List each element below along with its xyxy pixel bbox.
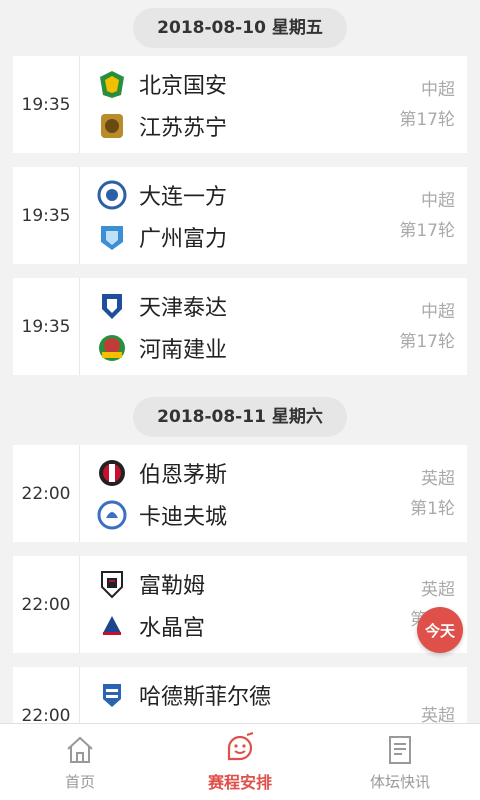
tab-label: 首页	[64, 772, 95, 791]
match-info: 中超 第17轮	[399, 167, 455, 264]
tab-label: 赛程安排	[207, 773, 272, 792]
tab-schedule[interactable]: 赛程安排	[160, 724, 320, 800]
round-label: 第17轮	[399, 220, 455, 241]
team-crest-icon	[100, 70, 124, 98]
team-crest-icon	[101, 570, 123, 598]
match-card[interactable]: 19:35 北京国安 江苏苏宁 中超 第17轮	[13, 56, 467, 153]
match-time: 19:35	[13, 56, 80, 153]
match-card[interactable]: 22:00 富勒姆 水晶宫 英超 第1轮	[13, 556, 467, 653]
league-label: 中超	[421, 301, 455, 322]
round-label: 第17轮	[399, 109, 455, 130]
team-crest-icon	[103, 683, 121, 707]
schedule-list[interactable]: 2018-08-10 星期五 19:35 北京国安 江苏苏宁 中超 第17轮 1…	[0, 0, 480, 723]
match-card[interactable]: 22:00 哈德斯菲尔德 英超	[13, 667, 467, 723]
date-pill: 2018-08-10 星期五	[133, 8, 347, 48]
team-crest-icon	[101, 225, 123, 250]
match-info: 中超 第17轮	[399, 56, 455, 153]
league-label: 中超	[421, 79, 455, 100]
date-pill: 2018-08-11 星期六	[133, 397, 347, 437]
league-label: 中超	[421, 190, 455, 211]
match-info: 中超 第17轮	[399, 278, 455, 375]
today-button[interactable]: 今天	[417, 607, 463, 653]
home-icon	[67, 736, 93, 763]
schedule-face-icon	[227, 732, 254, 761]
team-crest-icon	[102, 293, 122, 319]
match-info: 英超	[421, 667, 455, 724]
team-crest-icon	[99, 459, 125, 486]
tab-news[interactable]: 体坛快讯	[320, 724, 480, 800]
home-team: 哈德斯菲尔德	[97, 674, 467, 716]
team-crest-icon	[97, 180, 127, 209]
tab-home[interactable]: 首页	[0, 724, 160, 800]
match-time: 22:00	[13, 445, 80, 542]
round-label: 第1轮	[410, 498, 455, 519]
match-time: 19:35	[13, 167, 80, 264]
league-label: 英超	[421, 579, 455, 600]
round-label: 第17轮	[399, 331, 455, 352]
team-crest-icon	[97, 500, 127, 529]
match-time: 22:00	[13, 556, 80, 653]
match-time: 19:35	[13, 278, 80, 375]
away-team	[97, 716, 467, 724]
date-header: 2018-08-11 星期六	[0, 389, 480, 445]
tab-label: 体坛快讯	[369, 772, 430, 791]
date-header: 2018-08-10 星期五	[0, 0, 480, 56]
team-crest-icon	[99, 334, 125, 361]
league-label: 英超	[421, 468, 455, 489]
bottom-tab-bar: 首页 赛程安排 体坛快讯	[0, 723, 480, 800]
news-icon	[389, 735, 411, 764]
league-label: 英超	[421, 705, 455, 724]
match-card[interactable]: 19:35 天津泰达 河南建业 中超 第17轮	[13, 278, 467, 375]
match-card[interactable]: 22:00 伯恩茅斯 卡迪夫城 英超 第1轮	[13, 445, 467, 542]
match-info: 英超 第1轮	[410, 445, 455, 542]
match-card[interactable]: 19:35 大连一方 广州富力 中超 第17轮	[13, 167, 467, 264]
team-crest-icon	[99, 612, 125, 639]
team-crest-icon	[101, 113, 123, 138]
match-time: 22:00	[13, 667, 80, 723]
